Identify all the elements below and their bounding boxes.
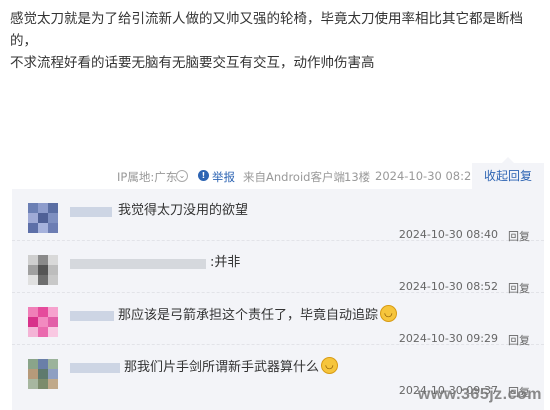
client-source: 来自Android客户端 — [243, 170, 345, 184]
reply-time: 2024-10-30 08:52 — [398, 280, 498, 293]
floor-number: 13楼 — [344, 170, 371, 184]
reply-time: 2024-10-30 09:29 — [398, 332, 498, 345]
report-link[interactable]: 举报 — [212, 169, 235, 185]
username-blurred[interactable] — [70, 207, 112, 217]
reply-text: 那我们片手剑所谓新手武器算什么 — [124, 357, 339, 378]
avatar[interactable] — [28, 359, 58, 389]
reply-item: 那应该是弓箭承担这个责任了，毕竟自动追踪 2024-10-30 09:29 回复 — [12, 293, 544, 347]
post-meta-bar: IP属地:广东 ⌄ ! 举报 来自Android客户端 13楼 2024-10-… — [0, 157, 550, 189]
reply-text: 那应该是弓箭承担这个责任了，毕竟自动追踪 — [118, 305, 398, 326]
ip-location: IP属地:广东 — [117, 170, 178, 184]
reply-text: :并非 — [210, 255, 241, 270]
smile-emoji-icon — [380, 305, 398, 322]
reply-list: 我觉得太刀没用的欲望 2024-10-30 08:40 回复 :并非 2024-… — [12, 189, 544, 410]
chevron-down-icon[interactable]: ⌄ — [176, 170, 188, 182]
report-icon[interactable]: ! — [198, 170, 209, 181]
username-blurred[interactable] — [70, 311, 114, 321]
username-blurred[interactable] — [70, 259, 206, 269]
post-content: 感觉太刀就是为了给引流新人做的又帅又强的轮椅，毕竟太刀使用率相比其它都是断档的，… — [10, 8, 540, 74]
avatar[interactable] — [28, 255, 58, 285]
collapse-replies-button[interactable]: 收起回复 — [472, 157, 544, 189]
avatar[interactable] — [28, 203, 58, 233]
reply-item: 我觉得太刀没用的欲望 2024-10-30 08:40 回复 — [12, 189, 544, 243]
reply-time: 2024-10-30 08:40 — [398, 228, 498, 241]
reply-item: :并非 2024-10-30 08:52 回复 — [12, 241, 544, 295]
post-text-line: 感觉太刀就是为了给引流新人做的又帅又强的轮椅，毕竟太刀使用率相比其它都是断档的， — [10, 11, 523, 49]
watermark: www.365jz.com — [417, 386, 542, 403]
post-text-line: 不求流程好看的话要无脑有无脑要交互有交互，动作帅伤害高 — [10, 55, 375, 71]
username-blurred[interactable] — [70, 363, 120, 373]
reply-text: 我觉得太刀没用的欲望 — [118, 203, 249, 218]
post-time: 2024-10-30 08:25 — [375, 169, 479, 183]
smile-emoji-icon — [321, 357, 339, 374]
avatar[interactable] — [28, 307, 58, 337]
